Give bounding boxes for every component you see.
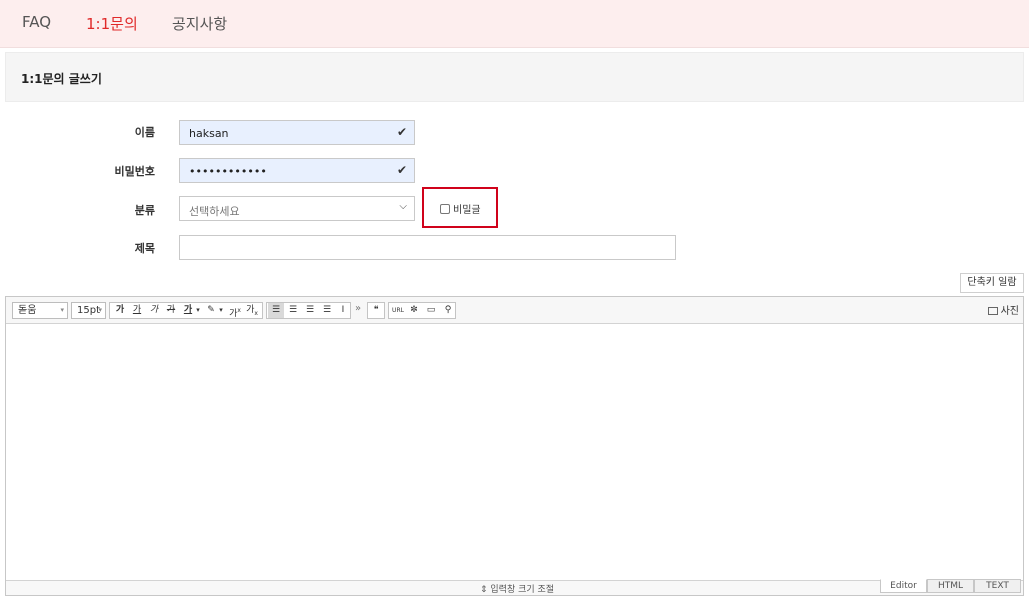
superscript-button[interactable]: 가x: [227, 303, 243, 319]
subject-label: 제목: [134, 242, 155, 255]
section-header: 1:1문의 글쓰기: [5, 52, 1024, 102]
category-select[interactable]: 선택하세요 ⌵: [179, 196, 415, 221]
align-center-icon[interactable]: ☰: [285, 303, 301, 318]
align-left-icon[interactable]: ☰: [268, 303, 284, 318]
tab-faq[interactable]: FAQ: [22, 13, 51, 31]
highlight-dropdown-icon[interactable]: ▾: [217, 303, 225, 318]
name-input[interactable]: haksan ✔: [179, 120, 415, 145]
password-input[interactable]: •••••••••••• ✔: [179, 158, 415, 183]
subject-input[interactable]: [179, 235, 676, 260]
name-label: 이름: [134, 126, 155, 139]
photo-button[interactable]: 사진: [987, 302, 1019, 317]
quote-icon[interactable]: ❝: [368, 303, 384, 318]
password-value: ••••••••••••: [189, 165, 267, 178]
link-url-icon[interactable]: URL: [390, 303, 406, 318]
table-icon[interactable]: ▭: [423, 303, 439, 318]
shortcut-list-button[interactable]: 단축키 일람: [960, 273, 1024, 293]
mode-tab-text[interactable]: TEXT: [974, 579, 1021, 593]
photo-icon: [987, 307, 998, 315]
font-color-dropdown-icon[interactable]: ▾: [194, 303, 202, 318]
mode-tab-html[interactable]: HTML: [927, 579, 974, 593]
alignment-group: ☰ ☰ ☰ ☰ I: [266, 302, 351, 319]
align-justify-icon[interactable]: ☰: [319, 303, 335, 318]
secret-post-highlight: 비밀글: [422, 187, 498, 228]
underline-button[interactable]: 가: [129, 303, 145, 318]
photo-label: 사진: [1000, 306, 1019, 317]
dropdown-arrow-icon: ▾: [60, 306, 64, 314]
editor-content-area[interactable]: [6, 325, 1023, 580]
chevron-down-icon: ⌵: [399, 201, 407, 212]
bold-button[interactable]: 가: [112, 303, 128, 318]
quote-group: ❝: [367, 302, 385, 319]
line-height-icon[interactable]: I: [335, 303, 351, 318]
secret-post-checkbox[interactable]: [440, 204, 450, 214]
subscript-button[interactable]: 가x: [244, 303, 260, 318]
password-label: 비밀번호: [114, 165, 155, 178]
insert-group: URL ✼ ▭ ⚲: [388, 302, 456, 319]
rich-text-editor: 돋움 ▾ 15pt ▾ 가 가 가 가 가 ▾ ✎ ▾ 가x 가x ☰ ☰ ☰ …: [5, 296, 1024, 596]
category-value: 선택하세요: [189, 205, 240, 218]
page-title: 1:1문의 글쓰기: [21, 72, 102, 86]
tab-notice[interactable]: 공지사항: [172, 13, 227, 34]
checkmark-icon: ✔: [396, 125, 407, 139]
font-family-select[interactable]: 돋움 ▾: [12, 302, 68, 319]
tab-one-to-one-inquiry[interactable]: 1:1문의: [86, 13, 138, 34]
font-size-value: 15pt: [77, 305, 100, 316]
secret-post-label[interactable]: 비밀글: [453, 201, 481, 216]
font-size-select[interactable]: 15pt ▾: [71, 302, 106, 319]
font-family-value: 돋움: [18, 305, 37, 316]
strikethrough-button[interactable]: 가: [163, 303, 179, 318]
align-right-icon[interactable]: ☰: [302, 303, 318, 318]
checkmark-icon: ✔: [396, 163, 407, 177]
dropdown-arrow-icon: ▾: [98, 306, 102, 314]
editor-resize-bar[interactable]: ⇕ 입력창 크기 조절: [6, 580, 1023, 595]
resize-label: ⇕ 입력창 크기 조절: [480, 585, 555, 595]
editor-toolbar: 돋움 ▾ 15pt ▾ 가 가 가 가 가 ▾ ✎ ▾ 가x 가x ☰ ☰ ☰ …: [6, 297, 1023, 324]
text-style-group: 가 가 가 가 가 ▾ ✎ ▾ 가x 가x: [109, 302, 263, 319]
mode-tab-editor[interactable]: Editor: [880, 579, 927, 593]
find-icon[interactable]: ⚲: [440, 303, 456, 318]
top-nav: FAQ 1:1문의 공지사항: [0, 0, 1029, 48]
more-tools-icon[interactable]: »: [355, 303, 361, 314]
italic-button[interactable]: 가: [146, 303, 162, 318]
category-label: 분류: [134, 204, 155, 217]
name-value: haksan: [189, 127, 229, 140]
special-char-icon[interactable]: ✼: [406, 303, 422, 318]
